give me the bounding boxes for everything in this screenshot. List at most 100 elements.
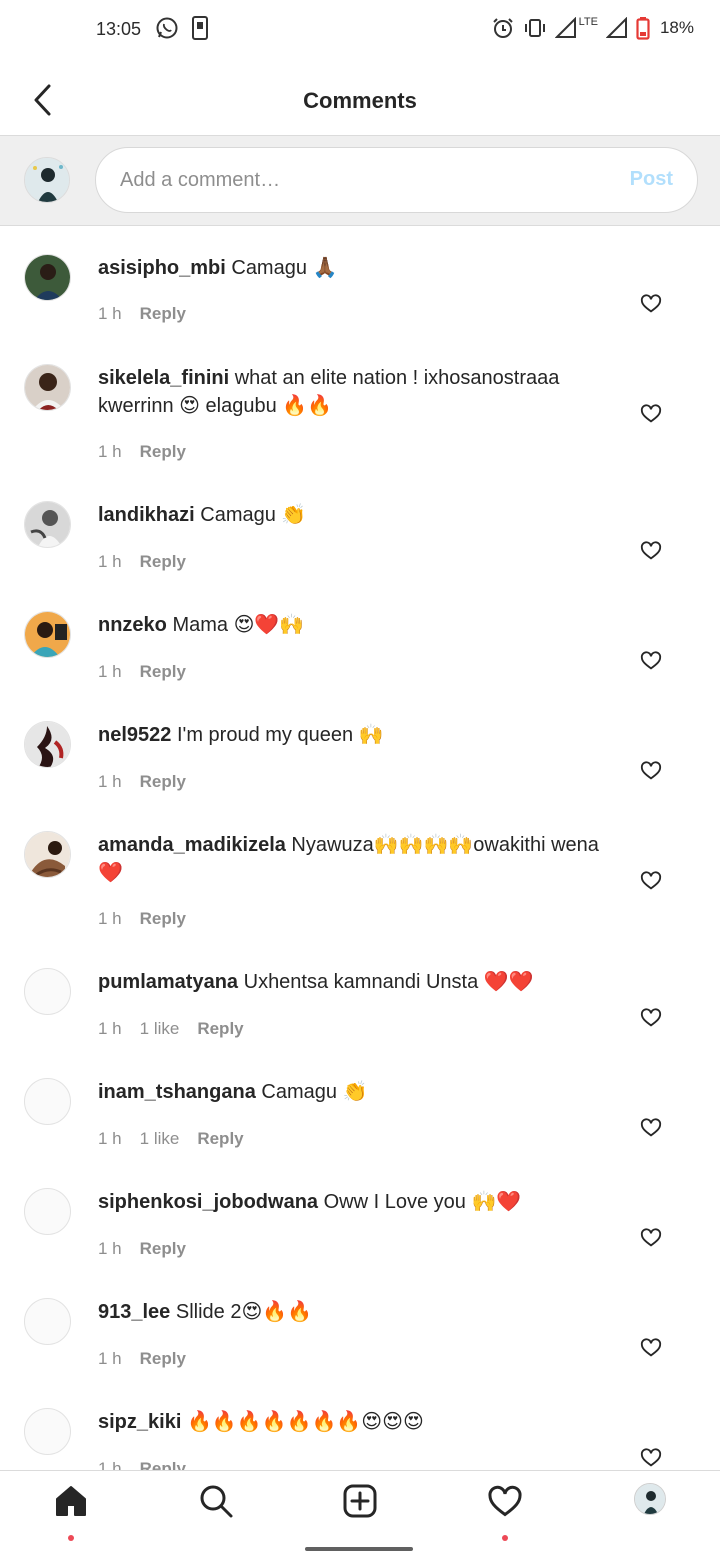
reply-button[interactable]: Reply bbox=[140, 304, 186, 324]
nav-home[interactable] bbox=[51, 1483, 91, 1541]
vibrate-icon bbox=[524, 19, 545, 37]
comment-meta: 1 h 1 like Reply bbox=[98, 1129, 244, 1149]
comment-input[interactable] bbox=[120, 148, 590, 212]
heart-icon[interactable] bbox=[640, 1117, 662, 1139]
reply-button[interactable]: Reply bbox=[140, 772, 186, 792]
comment-time: 1 h bbox=[98, 1349, 122, 1368]
user-avatar[interactable] bbox=[24, 1408, 71, 1455]
comment-time: 1 h bbox=[98, 1019, 122, 1038]
activity-icon bbox=[488, 1485, 522, 1517]
reply-button[interactable]: Reply bbox=[140, 662, 186, 682]
comment-text: sikelela_finini what an elite nation ! i… bbox=[98, 364, 618, 420]
comment-meta: 1 h 1 like Reply bbox=[98, 1019, 244, 1039]
user-avatar[interactable] bbox=[24, 364, 71, 411]
bottom-nav bbox=[0, 1470, 720, 1541]
heart-icon[interactable] bbox=[640, 1227, 662, 1249]
comments-list[interactable]: asisipho_mbi Camagu 🙏🏾 1 h Reply sikelel… bbox=[0, 227, 720, 1470]
comment-composer: Post bbox=[0, 136, 720, 226]
comment-username[interactable]: amanda_madikizela bbox=[98, 834, 286, 856]
comment-likes[interactable]: 1 like bbox=[140, 1129, 180, 1149]
heart-icon[interactable] bbox=[640, 403, 662, 425]
comment-username[interactable]: sipz_kiki bbox=[98, 1411, 181, 1433]
comment-likes[interactable]: 1 like bbox=[140, 1019, 180, 1039]
comment-username[interactable]: landikhazi bbox=[98, 504, 195, 526]
battery-percent: 18% bbox=[659, 18, 694, 37]
heart-icon[interactable] bbox=[640, 293, 662, 315]
reply-button[interactable]: Reply bbox=[140, 909, 186, 929]
comment-field: Post bbox=[95, 147, 698, 213]
gesture-bar bbox=[305, 1547, 413, 1551]
heart-icon[interactable] bbox=[640, 870, 662, 892]
user-avatar[interactable] bbox=[24, 721, 71, 768]
user-avatar[interactable] bbox=[24, 831, 71, 878]
reply-button[interactable]: Reply bbox=[140, 442, 186, 462]
user-avatar[interactable] bbox=[24, 254, 71, 301]
reply-button[interactable]: Reply bbox=[197, 1129, 243, 1149]
heart-icon[interactable] bbox=[640, 1447, 662, 1469]
comment-body: Mama 😍❤️🙌 bbox=[166, 614, 305, 636]
heart-icon[interactable] bbox=[640, 1007, 662, 1029]
status-time: 13:05 bbox=[96, 19, 142, 39]
comment-body: I'm proud my queen 🙌 bbox=[171, 724, 384, 746]
comment-body: Oww I Love you 🙌❤️ bbox=[318, 1191, 522, 1213]
comment-body: Camagu 🙏🏾 bbox=[225, 257, 338, 279]
current-user-avatar bbox=[24, 157, 70, 203]
comment-meta: 1 h Reply bbox=[98, 1349, 186, 1369]
post-button[interactable]: Post bbox=[630, 168, 673, 191]
comment-time: 1 h bbox=[98, 662, 122, 681]
status-left-icons bbox=[155, 16, 209, 40]
comment-username[interactable]: sikelela_finini bbox=[98, 367, 229, 389]
nav-search[interactable] bbox=[196, 1483, 236, 1527]
comment-text: amanda_madikizela Nyawuza🙌🙌🙌🙌owakithi we… bbox=[98, 831, 618, 887]
heart-icon[interactable] bbox=[640, 760, 662, 782]
comment-username[interactable]: pumlamatyana bbox=[98, 971, 238, 993]
comment-meta: 1 h Reply bbox=[98, 442, 186, 462]
reply-button[interactable]: Reply bbox=[140, 1459, 186, 1470]
alarm-icon bbox=[492, 18, 513, 38]
comment-body: Camagu 👏 bbox=[194, 504, 307, 526]
reply-button[interactable]: Reply bbox=[197, 1019, 243, 1039]
comment-time: 1 h bbox=[98, 1129, 122, 1148]
comment-username[interactable]: 913_lee bbox=[98, 1301, 170, 1323]
comment-meta: 1 h Reply bbox=[98, 772, 186, 792]
comment-text: asisipho_mbi Camagu 🙏🏾 bbox=[98, 254, 618, 282]
comment-meta: 1 h Reply bbox=[98, 304, 186, 324]
heart-icon[interactable] bbox=[640, 650, 662, 672]
nav-profile[interactable] bbox=[630, 1483, 670, 1527]
comment-meta: 1 h Reply bbox=[98, 909, 186, 929]
heart-icon[interactable] bbox=[640, 540, 662, 562]
user-avatar[interactable] bbox=[24, 1078, 71, 1125]
notification-dot bbox=[68, 1535, 74, 1541]
user-avatar[interactable] bbox=[24, 611, 71, 658]
comment-time: 1 h bbox=[98, 442, 122, 461]
comment-meta: 1 h Reply bbox=[98, 1459, 186, 1470]
user-avatar[interactable] bbox=[24, 968, 71, 1015]
user-avatar[interactable] bbox=[24, 1188, 71, 1235]
comment-username[interactable]: nel9522 bbox=[98, 724, 171, 746]
comment-username[interactable]: nnzeko bbox=[98, 614, 167, 636]
comment-username[interactable]: siphenkosi_jobodwana bbox=[98, 1191, 318, 1213]
home-icon bbox=[56, 1486, 86, 1516]
comment-body: Sllide 2😍🔥🔥 bbox=[170, 1301, 313, 1323]
signal-icon bbox=[554, 17, 576, 38]
comment-time: 1 h bbox=[98, 1239, 122, 1258]
comment-username[interactable]: inam_tshangana bbox=[98, 1081, 256, 1103]
comment-text: nnzeko Mama 😍❤️🙌 bbox=[98, 611, 618, 639]
nav-activity[interactable] bbox=[485, 1483, 525, 1541]
nav-new-post[interactable] bbox=[340, 1483, 380, 1527]
heart-icon[interactable] bbox=[640, 1337, 662, 1359]
reply-button[interactable]: Reply bbox=[140, 1239, 186, 1259]
comment-username[interactable]: asisipho_mbi bbox=[98, 257, 226, 279]
reply-button[interactable]: Reply bbox=[140, 1349, 186, 1369]
comment-meta: 1 h Reply bbox=[98, 1239, 186, 1259]
reply-button[interactable]: Reply bbox=[140, 552, 186, 572]
user-avatar[interactable] bbox=[24, 1298, 71, 1345]
comment-body: 🔥🔥🔥🔥🔥🔥🔥😍😍😍 bbox=[181, 1411, 424, 1433]
status-right-icons: LTE 18% bbox=[491, 16, 694, 40]
signal-icon-2 bbox=[605, 17, 627, 38]
comment-meta: 1 h Reply bbox=[98, 662, 186, 682]
notification-dot bbox=[502, 1535, 508, 1541]
comment-body: Camagu 👏 bbox=[255, 1081, 368, 1103]
user-avatar[interactable] bbox=[24, 501, 71, 548]
battery-icon bbox=[636, 17, 650, 40]
